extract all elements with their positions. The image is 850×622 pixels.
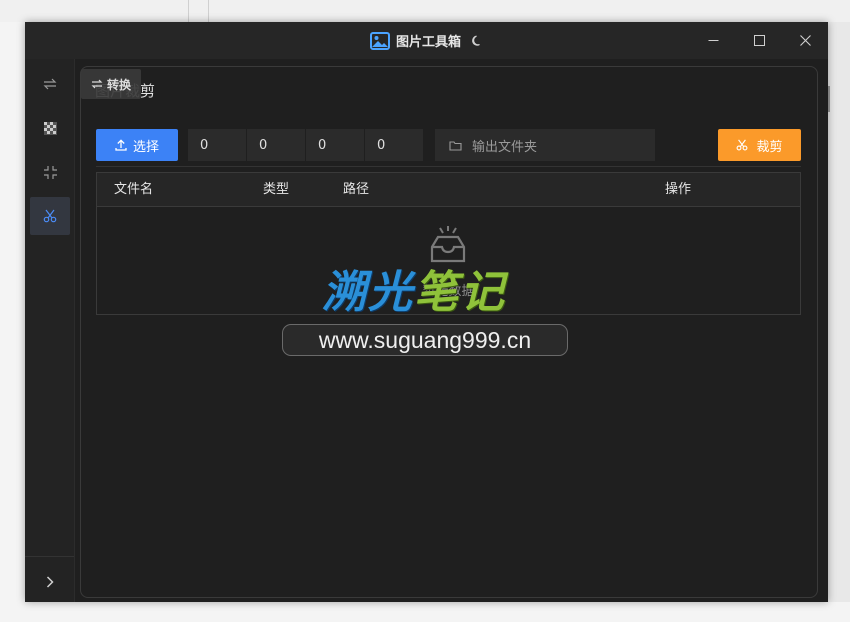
watermark-logo-part2: 笔记 [414,267,506,318]
swap-arrows-icon [91,79,103,89]
tooltip-label: 转换 [107,77,132,92]
checkerboard-icon [43,121,57,135]
table-header: 文件名 类型 路径 操作 [97,173,800,207]
scissors-icon [43,209,57,223]
maximize-icon [753,35,765,46]
title-bar[interactable]: 图片工具箱 [25,22,828,59]
sidebar-tooltip: 转换 [81,69,142,99]
sidebar-item-crop[interactable] [30,197,70,235]
sidebar-collapse-button[interactable] [30,567,70,597]
background-divider [188,0,189,22]
sidebar-divider [25,556,74,557]
background-app-strip [0,0,850,22]
output-folder-field[interactable]: 输出文件夹 [435,129,655,161]
toolbar: 选择 0 0 0 0 输出文件夹 裁剪 [96,129,801,161]
minimize-button[interactable] [690,22,736,59]
title-group: 图片工具箱 [369,31,483,50]
image-app-icon [369,31,390,50]
maximize-button[interactable] [736,22,782,59]
select-button-label: 选择 [132,139,159,155]
watermark-logo: 溯光笔记 [322,256,506,320]
output-folder-placeholder: 输出文件夹 [472,139,538,155]
close-button[interactable] [782,22,828,59]
chevron-right-icon [46,576,54,588]
watermark-url: www.suguang999.cn [282,324,568,356]
folder-icon [449,140,462,151]
column-header-actions[interactable]: 操作 [665,173,691,206]
close-icon [799,35,811,46]
crop-button-label: 裁剪 [756,139,783,155]
column-header-path[interactable]: 路径 [343,173,369,206]
watermark-logo-part1: 溯光 [322,267,414,318]
upload-icon [115,139,127,151]
sidebar [25,59,75,602]
crop-button[interactable]: 裁剪 [718,129,801,161]
crop-height-input[interactable]: 0 [365,129,423,161]
column-header-type[interactable]: 类型 [263,173,289,206]
background-app-edge [828,22,850,602]
sidebar-item-convert[interactable] [30,65,70,103]
minimize-icon [708,40,718,41]
moon-icon[interactable] [471,35,483,47]
background-divider [208,0,209,22]
toolbar-divider [96,166,801,167]
window-title: 图片工具箱 [395,35,461,50]
scissors-icon [737,139,748,151]
crop-width-input[interactable]: 0 [306,129,364,161]
sidebar-item-mosaic[interactable] [30,109,70,147]
swap-arrows-icon [43,78,57,90]
shrink-icon [43,165,57,179]
crop-y-input[interactable]: 0 [247,129,305,161]
sidebar-item-compress[interactable] [30,153,70,191]
crop-x-input[interactable]: 0 [188,129,246,161]
column-header-filename[interactable]: 文件名 [114,173,153,206]
window-controls [690,22,828,59]
select-button[interactable]: 选择 [96,129,178,161]
